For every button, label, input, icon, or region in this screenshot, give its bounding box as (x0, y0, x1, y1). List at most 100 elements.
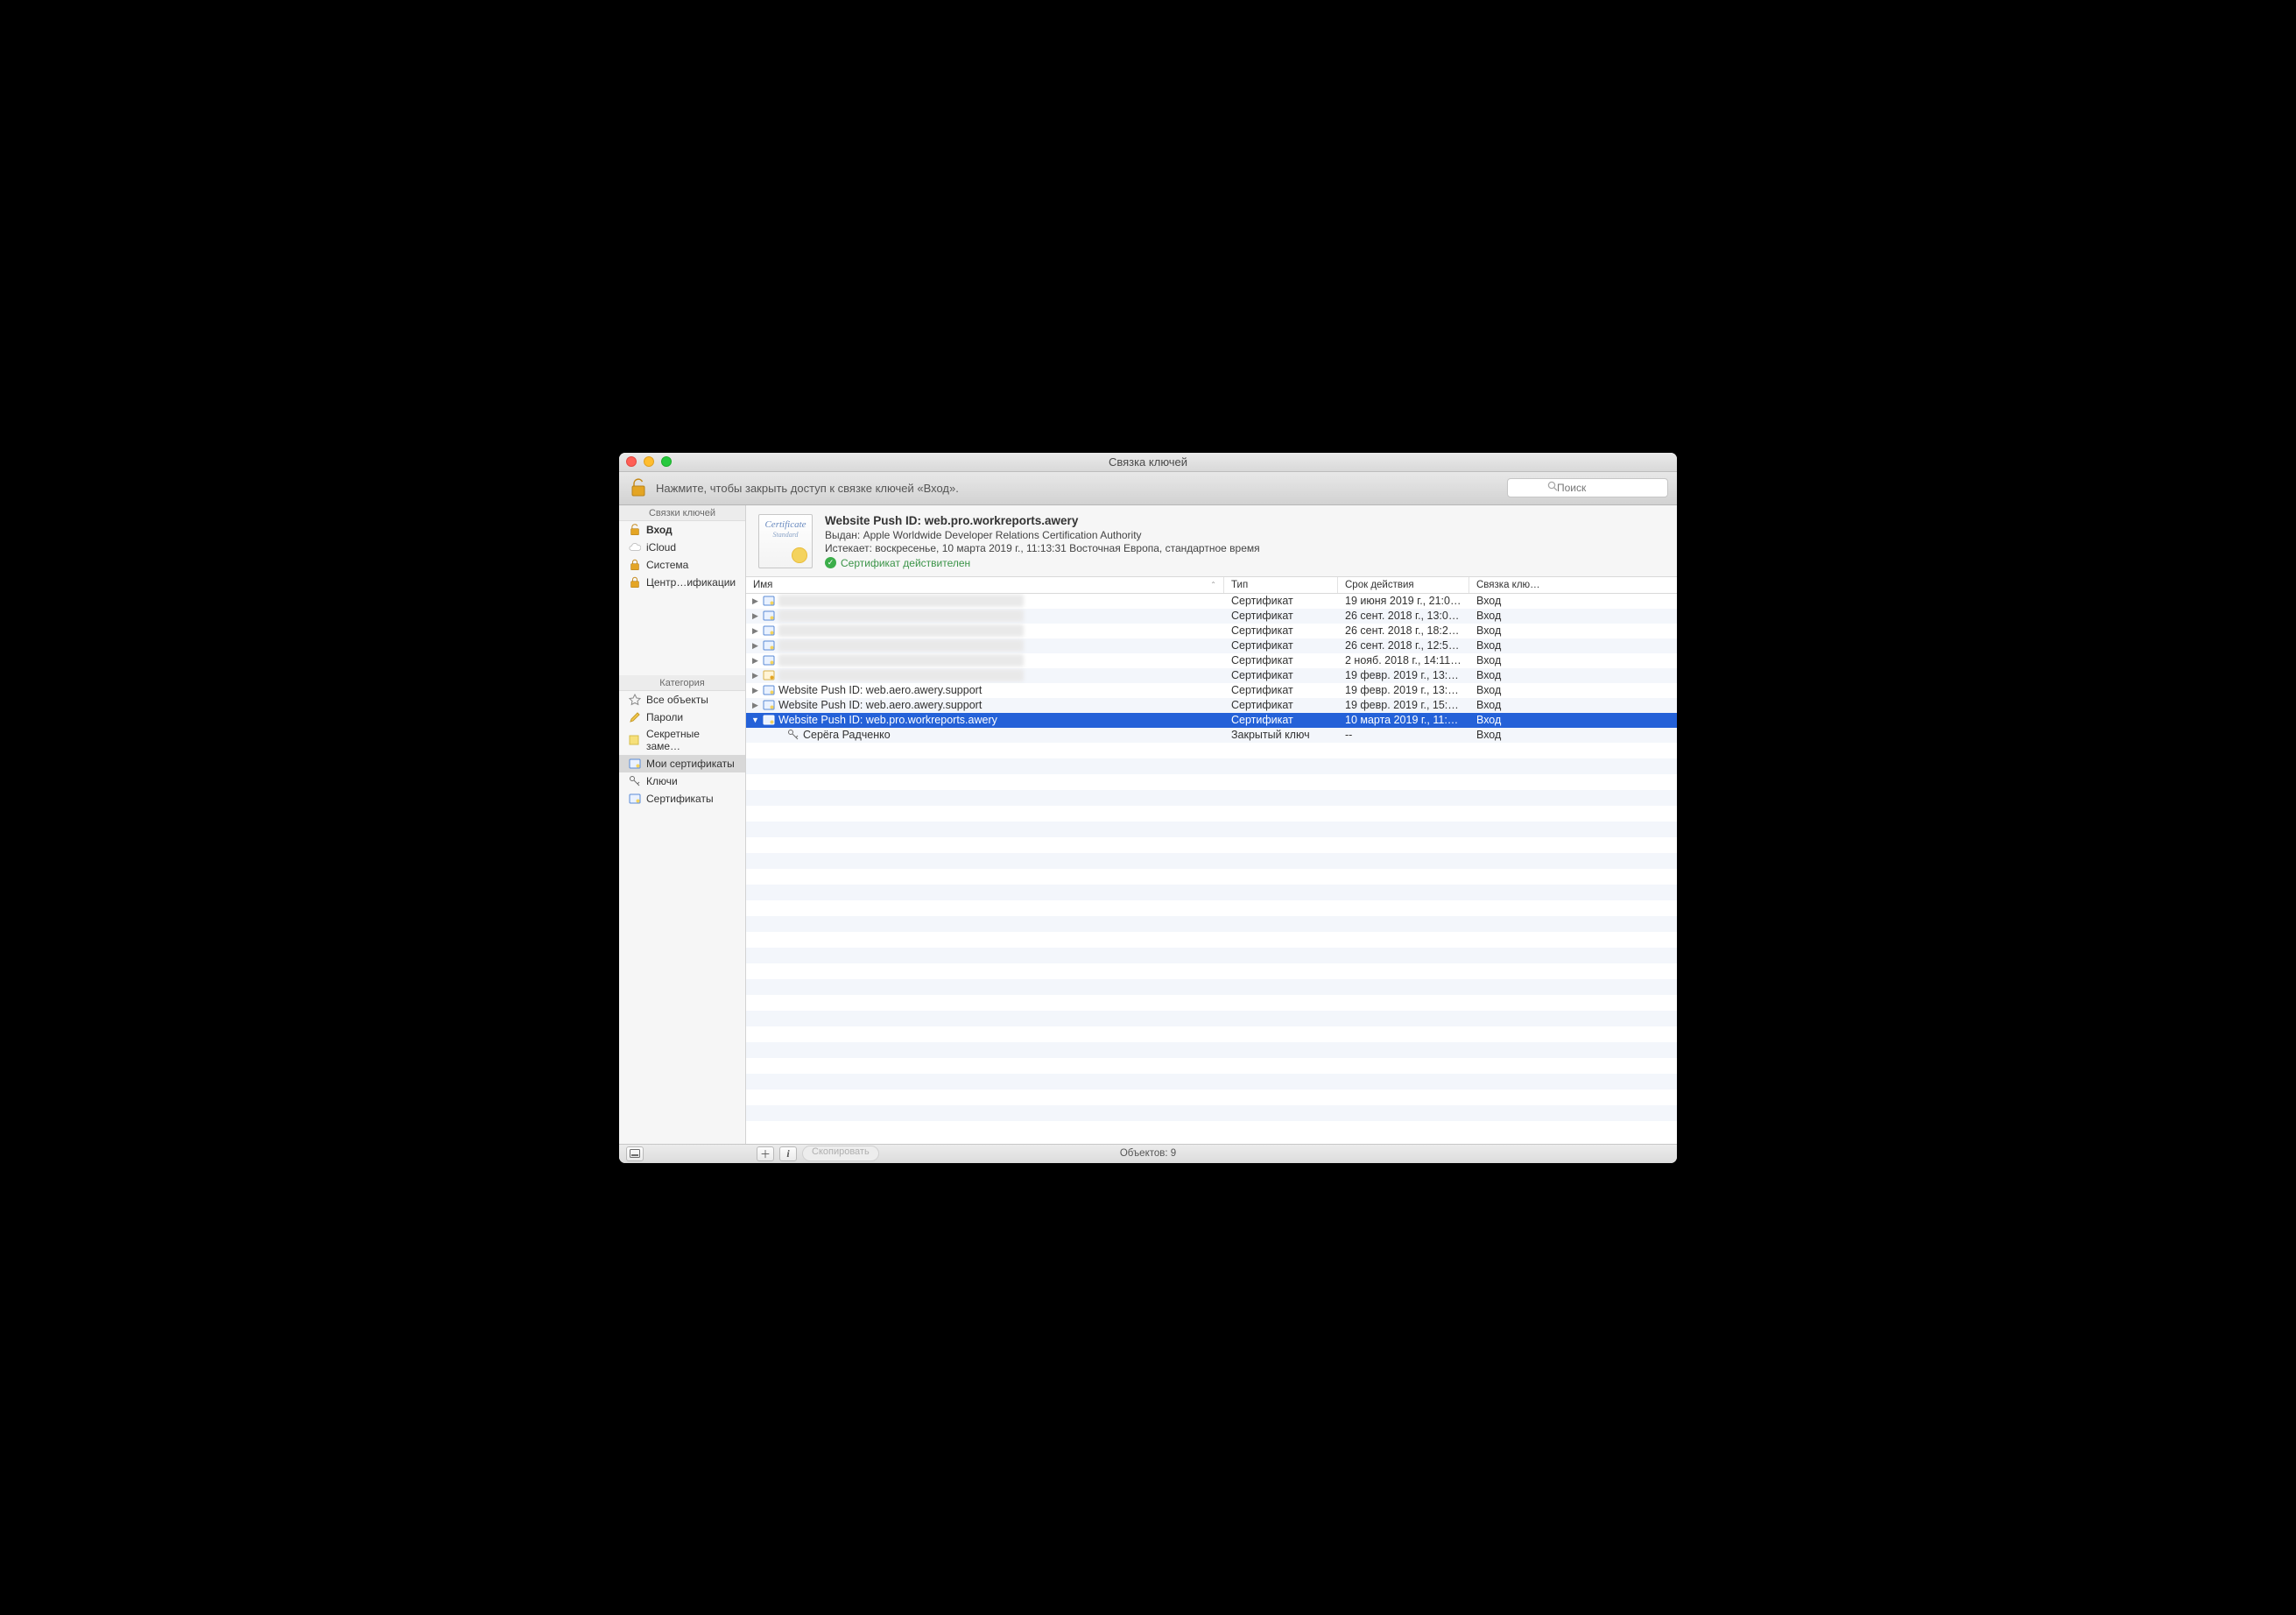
cell-name: ▶Website Push ID: web.aero.awery.support (746, 698, 1224, 713)
table-row[interactable]: ▶Сертификат26 сент. 2018 г., 13:02:59Вхо… (746, 609, 1677, 624)
table-row[interactable]: ▶Сертификат2 нояб. 2018 г., 14:11:13Вход (746, 653, 1677, 668)
sidebar-item-label: Секретные заме… (646, 728, 736, 752)
cell-type: Сертификат (1224, 683, 1338, 698)
table-row[interactable]: ▼ Website Push ID: web.pro.workreports.aw… (746, 713, 1677, 728)
row-name: Серёга Радченко (803, 729, 891, 741)
cert-icon (628, 792, 641, 805)
disclosure-triangle-icon[interactable]: ▶ (751, 671, 759, 681)
sidebar-item-keychain[interactable]: Система (619, 556, 745, 574)
cert-icon (763, 624, 775, 637)
lock-icon (628, 558, 641, 571)
add-button[interactable]: ＋ (757, 1146, 774, 1161)
cell-type: Сертификат (1224, 653, 1338, 668)
cell-expires: 10 марта 2019 г., 11:13:31 (1338, 713, 1469, 728)
empty-stripes (746, 743, 1677, 1121)
col-type[interactable]: Тип (1224, 577, 1338, 593)
zoom-button[interactable] (661, 456, 672, 467)
cell-keychain: Вход (1469, 594, 1677, 609)
key-icon (787, 729, 799, 741)
redacted-name (778, 595, 1024, 607)
cell-name: ▶ (746, 609, 1224, 624)
disclosure-triangle-icon[interactable]: ▶ (751, 596, 759, 606)
sidebar-item-label: Пароли (646, 711, 683, 723)
cert-meta: Website Push ID: web.pro.workreports.awe… (825, 514, 1260, 569)
minimize-button[interactable] (644, 456, 654, 467)
lock-open-icon (628, 523, 641, 536)
disclosure-triangle-icon[interactable]: ▶ (751, 656, 759, 666)
sort-asc-icon: ⌃ (1210, 581, 1216, 589)
body: Связки ключей ВходiCloudСистемаЦентр…ифи… (619, 505, 1677, 1144)
app-window: Связка ключей Нажмите, чтобы закрыть дос… (619, 453, 1677, 1163)
sidebar-item-keychain[interactable]: Вход (619, 521, 745, 539)
cert-thumb-line1: Certificate (764, 519, 806, 530)
cell-name: Серёга Радченко (746, 728, 1224, 743)
sidebar-bottom-spacer (619, 808, 745, 1144)
cell-expires: 26 сент. 2018 г., 12:54:03 (1338, 638, 1469, 653)
cell-keychain: Вход (1469, 728, 1677, 743)
toolbar: Нажмите, чтобы закрыть доступ к связке к… (619, 472, 1677, 505)
table-row[interactable]: ▶Website Push ID: web.aero.awery.support… (746, 698, 1677, 713)
cell-keychain: Вход (1469, 713, 1677, 728)
sidebar-item-category[interactable]: Мои сертификаты (619, 755, 745, 772)
disclosure-triangle-icon[interactable]: ▶ (751, 701, 759, 710)
show-hide-button[interactable] (626, 1146, 644, 1161)
sidebar-item-category[interactable]: Секретные заме… (619, 726, 745, 755)
disclosure-triangle-icon[interactable]: ▼ (751, 716, 759, 724)
table-row[interactable]: ▶Сертификат19 февр. 2019 г., 13:22:34Вхо… (746, 668, 1677, 683)
cell-keychain: Вход (1469, 638, 1677, 653)
cell-keychain: Вход (1469, 653, 1677, 668)
close-button[interactable] (626, 456, 637, 467)
cert-icon (763, 699, 775, 711)
info-button[interactable]: i (779, 1146, 797, 1161)
cell-name: ▼ Website Push ID: web.pro.workreports.aw… (746, 713, 1224, 728)
cert-thumb-line2: Standard (772, 531, 798, 539)
category-all-icon (628, 693, 641, 706)
table-row[interactable]: ▶Сертификат26 сент. 2018 г., 18:25:58Вхо… (746, 624, 1677, 638)
col-name[interactable]: Имя⌃ (746, 577, 1224, 593)
footer-left (626, 1146, 753, 1161)
disclosure-triangle-icon[interactable]: ▶ (751, 686, 759, 695)
sidebar-item-category[interactable]: Все объекты (619, 691, 745, 709)
sidebar-item-keychain[interactable]: Центр…ификации (619, 574, 745, 591)
cert-valid-text: Сертификат действителен (841, 557, 970, 569)
cell-expires: -- (1338, 728, 1469, 743)
sidebar-item-label: iCloud (646, 541, 676, 554)
redacted-name (778, 610, 1024, 622)
cert-icon (628, 757, 641, 770)
disclosure-triangle-icon[interactable]: ▶ (751, 641, 759, 651)
cert-icon (763, 595, 775, 607)
sidebar-header-categories: Категория (619, 675, 745, 691)
footer-status: Объектов: 9 (1120, 1148, 1176, 1159)
table-row[interactable]: ▶Website Push ID: web.aero.awery.support… (746, 683, 1677, 698)
table-row[interactable]: ▶Сертификат19 июня 2019 г., 21:01:07Вход (746, 594, 1677, 609)
cert-icon (763, 684, 775, 696)
row-name: Website Push ID: web.pro.workreports.awe… (778, 714, 997, 726)
disclosure-triangle-icon[interactable]: ▶ (751, 611, 759, 621)
search-field-wrap (1507, 478, 1668, 497)
search-input[interactable] (1507, 478, 1668, 497)
cert-details-pane: CertificateStandard Website Push ID: web… (746, 505, 1677, 577)
sidebar-item-label: Вход (646, 524, 673, 536)
copy-button[interactable]: Скопировать (802, 1146, 879, 1161)
sidebar-item-category[interactable]: Сертификаты (619, 790, 745, 808)
sidebar-item-keychain[interactable]: iCloud (619, 539, 745, 556)
lock-open-icon[interactable] (628, 477, 649, 498)
pencil-icon (628, 710, 641, 723)
sidebar-item-label: Все объекты (646, 694, 708, 706)
table-row[interactable]: Серёга РадченкоЗакрытый ключ--Вход (746, 728, 1677, 743)
note-icon (628, 734, 641, 747)
certificate-thumbnail-icon: CertificateStandard (758, 514, 813, 568)
sidebar-item-category[interactable]: Пароли (619, 709, 745, 726)
col-expires[interactable]: Срок действия (1338, 577, 1469, 593)
table-row[interactable]: ▶Сертификат26 сент. 2018 г., 12:54:03Вхо… (746, 638, 1677, 653)
cell-name: ▶ (746, 624, 1224, 638)
sidebar-item-category[interactable]: Ключи (619, 772, 745, 790)
toolbar-hint: Нажмите, чтобы закрыть доступ к связке к… (656, 482, 959, 495)
table-body: ▶Сертификат19 июня 2019 г., 21:01:07Вход… (746, 594, 1677, 743)
cell-name: ▶ (746, 638, 1224, 653)
cell-name: ▶ (746, 594, 1224, 609)
cell-expires: 19 февр. 2019 г., 13:22:34 (1338, 668, 1469, 683)
col-keychain[interactable]: Связка клю… (1469, 577, 1677, 593)
disclosure-triangle-icon[interactable]: ▶ (751, 626, 759, 636)
redacted-name (778, 624, 1024, 637)
